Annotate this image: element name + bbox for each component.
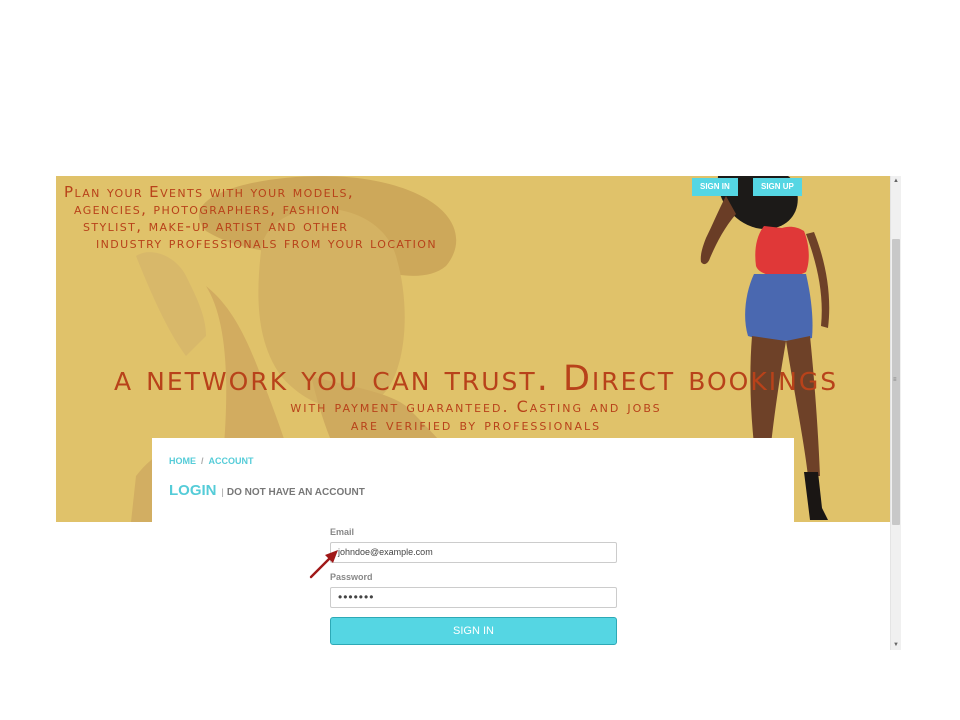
headline-main: a network you can trust. Direct bookings (113, 359, 839, 399)
page-title: LOGIN | DO NOT HAVE AN ACCOUNT (169, 482, 365, 500)
header-signin-button[interactable]: SIGN IN (692, 178, 738, 196)
breadcrumb-home-link[interactable]: HOME (169, 456, 196, 466)
login-heading: LOGIN (169, 482, 217, 499)
email-field[interactable]: johndoe@example.com (330, 542, 617, 563)
chevron-down-icon[interactable]: ▼ (891, 640, 901, 650)
headline: a network you can trust. Direct bookings… (81, 360, 871, 434)
password-label: Password (330, 572, 373, 582)
tagline-line: industry professionals from your locatio… (96, 234, 437, 252)
breadcrumb-account-link[interactable]: ACCOUNT (209, 456, 254, 466)
email-label: Email (330, 527, 355, 537)
headline-sub: with payment guaranteed. Casting and job… (290, 397, 662, 416)
chevron-up-icon[interactable]: ▲ (891, 176, 901, 186)
tagline-line: stylist, make-up artist and other (83, 217, 349, 235)
password-field[interactable]: ••••••• (330, 587, 617, 608)
tagline-line: Plan your Events with your models, (64, 183, 355, 201)
no-account-link[interactable]: DO NOT HAVE AN ACCOUNT (227, 487, 365, 498)
grip-icon: ≡ (893, 377, 897, 383)
arrow-icon (309, 550, 338, 579)
signin-button[interactable]: SIGN IN (330, 617, 617, 645)
headline-sub: are verified by professionals (350, 415, 602, 434)
tagline-line: agencies, photographers, fashion (74, 200, 341, 218)
breadcrumb: HOME / ACCOUNT (169, 456, 254, 466)
content-card: HOME / ACCOUNT LOGIN | DO NOT HAVE AN ACCOUN… (152, 438, 794, 538)
header-signup-button[interactable]: SIGN UP (753, 178, 802, 196)
login-form: Email johndoe@example.com Password •••••… (330, 527, 617, 645)
title-separator: | (221, 487, 224, 497)
breadcrumb-separator: / (201, 456, 204, 466)
tagline: Plan your Events with your models, agenc… (64, 184, 437, 252)
browser-viewport: Plan your Events with your models, agenc… (56, 176, 901, 650)
scrollbar[interactable]: ▲ ≡ ▼ (890, 176, 901, 650)
